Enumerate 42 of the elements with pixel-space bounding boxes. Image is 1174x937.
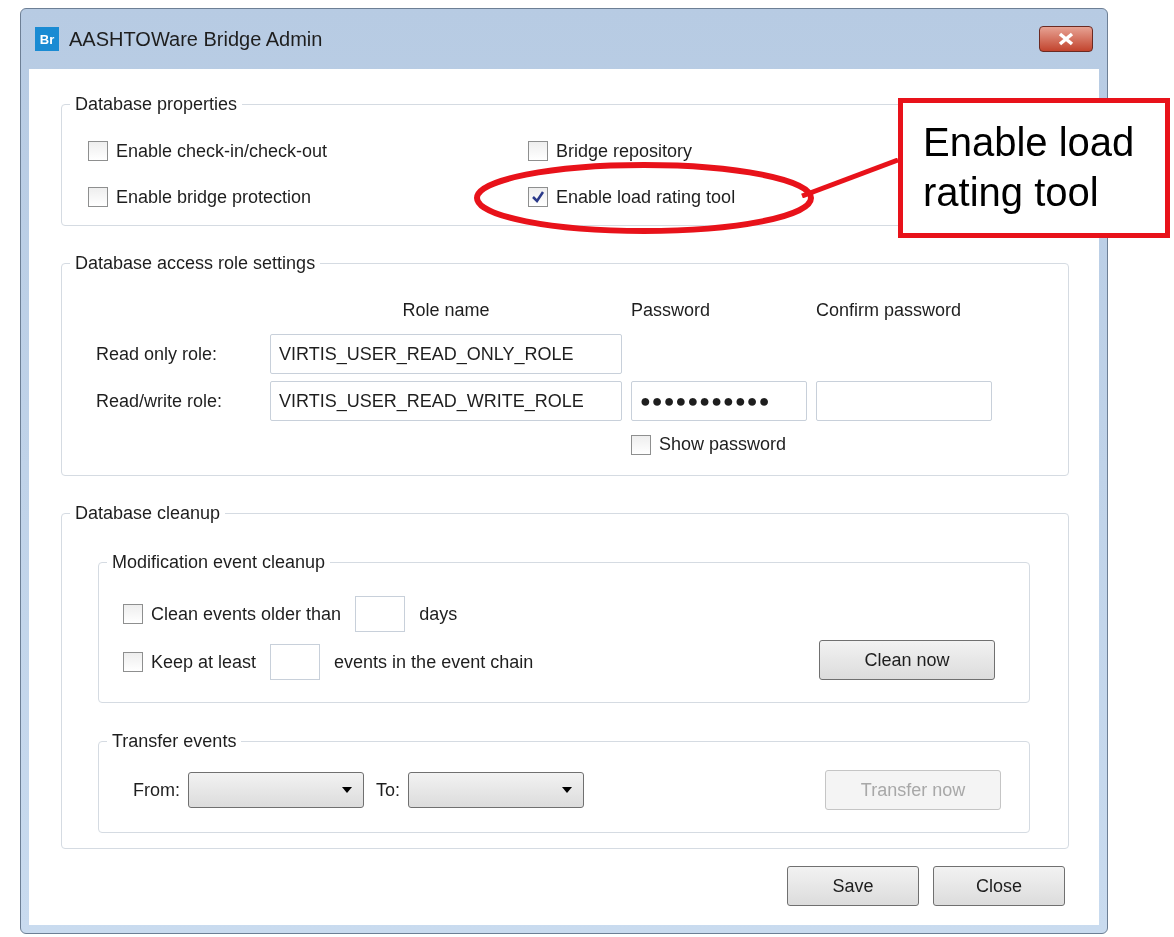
checkbox-label: Keep at least <box>151 651 257 673</box>
checkbox-label: Enable bridge protection <box>116 186 312 208</box>
column-header: Password <box>631 299 712 322</box>
checkbox-label: Show password <box>659 434 787 455</box>
confirm-password-field[interactable] <box>816 381 992 421</box>
close-icon <box>1057 32 1075 46</box>
checkbox[interactable] <box>631 434 651 455</box>
dialog-button[interactable]: Save <box>787 866 919 906</box>
field-label: To: <box>376 779 400 801</box>
checkbox[interactable] <box>123 604 143 624</box>
clean-now-button[interactable]: Clean now <box>819 640 995 680</box>
column-header: Confirm password <box>816 299 963 322</box>
password-field[interactable]: ●●●●●●●●●●● <box>631 381 807 421</box>
number-field[interactable] <box>270 644 321 680</box>
field-label: Read/write role: <box>96 390 224 412</box>
checkbox[interactable] <box>123 652 143 672</box>
caret-icon <box>341 786 353 794</box>
app-icon: Br <box>35 27 59 51</box>
dialog-button[interactable]: Close <box>933 866 1065 906</box>
field-label: Read only role: <box>96 343 219 365</box>
checkbox-label: days <box>419 603 458 625</box>
checkbox[interactable] <box>528 187 548 207</box>
field-label: From: <box>133 779 180 801</box>
role-name-field[interactable]: VIRTIS_USER_READ_WRITE_ROLE <box>270 381 622 421</box>
number-field[interactable] <box>355 596 406 632</box>
caret-icon <box>561 786 573 794</box>
checkbox[interactable] <box>88 187 108 207</box>
check-icon <box>531 190 545 204</box>
column-header: Role name <box>401 299 491 322</box>
to-dropdown[interactable] <box>408 772 584 808</box>
window-title: AASHTOWare Bridge Admin <box>69 27 324 51</box>
callout-box: Enable load rating tool <box>898 98 1170 238</box>
checkbox[interactable] <box>88 141 108 161</box>
checkbox-label: Clean events older than <box>151 603 342 625</box>
checkbox[interactable] <box>528 141 548 161</box>
checkbox-label: Enable load rating tool <box>556 186 736 208</box>
checkbox-label: events in the event chain <box>334 651 534 673</box>
role-name-field[interactable]: VIRTIS_USER_READ_ONLY_ROLE <box>270 334 622 374</box>
checkbox-label: Bridge repository <box>556 140 693 162</box>
close-button[interactable] <box>1039 26 1093 52</box>
from-dropdown[interactable] <box>188 772 364 808</box>
checkbox-label: Enable check-in/check-out <box>116 140 328 162</box>
